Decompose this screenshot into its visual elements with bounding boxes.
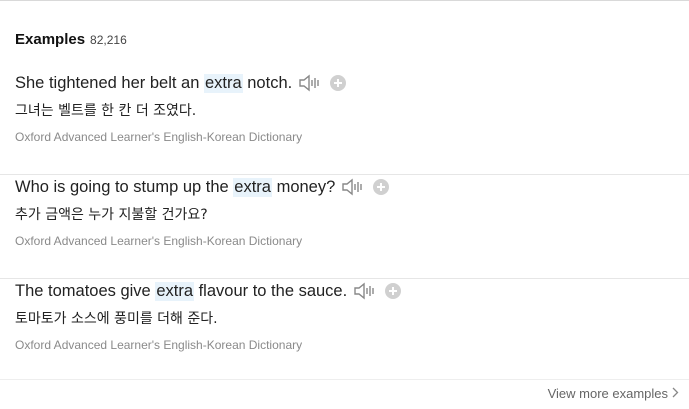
highlighted-word: extra [203, 73, 243, 93]
example-source: Oxford Advanced Learner's English-Korean… [15, 234, 303, 248]
example-korean-translation: 추가 금액은 누가 지불할 건가요? [15, 207, 208, 223]
highlighted-word: extra [233, 177, 272, 197]
example-item: Who is going to stump up the extra money… [0, 175, 689, 279]
examples-header: Examples 82,216 [15, 31, 127, 48]
sentence-text: The tomatoes give [15, 281, 156, 300]
speaker-icon[interactable] [341, 177, 365, 197]
sentence-text: money? [271, 177, 336, 196]
example-english-sentence: The tomatoes give extra flavour to the s… [15, 279, 402, 303]
bottom-divider [0, 379, 689, 380]
speaker-icon[interactable] [298, 73, 322, 93]
example-source: Oxford Advanced Learner's English-Korean… [15, 338, 303, 352]
sentence-text: notch. [242, 73, 293, 92]
plus-circle-icon[interactable] [373, 179, 390, 195]
example-english-sentence: Who is going to stump up the extra money… [15, 175, 390, 199]
chevron-right-icon [672, 386, 679, 401]
example-item: The tomatoes give extra flavour to the s… [0, 279, 689, 383]
sentence-text: flavour to the sauce. [194, 281, 348, 300]
examples-title: Examples [15, 31, 86, 48]
highlighted-word: extra [155, 281, 195, 301]
example-source: Oxford Advanced Learner's English-Korean… [15, 130, 303, 144]
sentence-text: Who is going to stump up the [15, 177, 234, 196]
top-divider [0, 0, 689, 1]
plus-circle-icon[interactable] [330, 75, 347, 91]
example-korean-translation: 그녀는 벨트를 한 칸 더 조였다. [15, 103, 197, 119]
examples-count: 82,216 [90, 33, 127, 47]
view-more-examples-link[interactable]: View more examples [548, 386, 679, 401]
sentence-text: She tightened her belt an [15, 73, 204, 92]
example-english-sentence: She tightened her belt an extra notch. [15, 71, 347, 95]
view-more-label: View more examples [547, 386, 668, 401]
example-item: She tightened her belt an extra notch. 그… [0, 71, 689, 175]
speaker-icon[interactable] [353, 281, 377, 301]
example-korean-translation: 토마토가 소스에 풍미를 더해 준다. [15, 311, 218, 327]
plus-circle-icon[interactable] [385, 283, 402, 299]
